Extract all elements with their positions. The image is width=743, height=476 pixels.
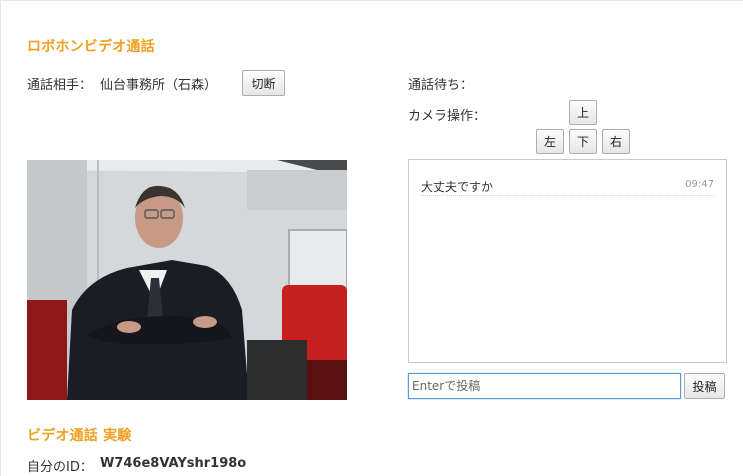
remote-video-image [27, 160, 347, 400]
my-id-label: 自分のID： [27, 460, 93, 475]
video-feed [27, 160, 347, 400]
camera-control-label: カメラ操作： [408, 109, 487, 124]
chat-input[interactable] [408, 373, 681, 399]
chat-message-time: 09:47 [685, 179, 714, 190]
chat-log[interactable]: 大丈夫ですか 09:47 [408, 159, 727, 363]
chat-message: 大丈夫ですか 09:47 [421, 178, 714, 196]
camera-left-button[interactable]: 左 [536, 129, 564, 154]
call-partner-label: 通話相手： [27, 78, 93, 93]
call-partner-name: 仙台事務所（石森） [100, 78, 218, 93]
camera-down-button[interactable]: 下 [569, 129, 597, 154]
waiting-status-label: 通話待ち： [408, 78, 474, 93]
post-button[interactable]: 投稿 [684, 373, 725, 399]
camera-right-button[interactable]: 右 [602, 129, 630, 154]
experiment-title: ビデオ通話 実験 [27, 428, 132, 444]
page-title: ロボホンビデオ通話 [27, 39, 155, 55]
my-id-value: W746e8VAYshr198o [100, 456, 247, 471]
disconnect-button[interactable]: 切断 [242, 70, 285, 96]
chat-message-text: 大丈夫ですか [421, 180, 494, 194]
camera-up-button[interactable]: 上 [569, 100, 597, 125]
